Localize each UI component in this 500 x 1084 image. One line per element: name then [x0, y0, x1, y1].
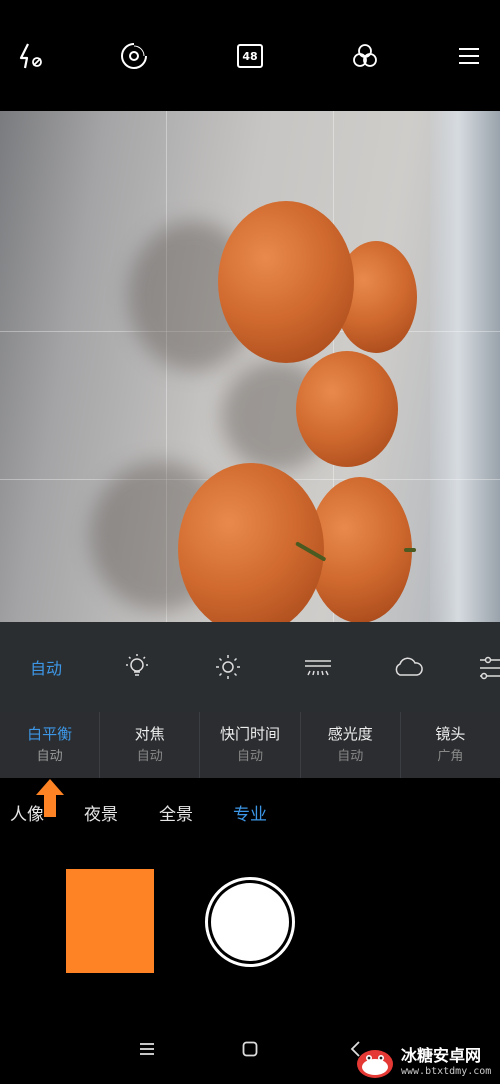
param-value: 自动 [36, 748, 63, 764]
mode-panorama[interactable]: 全景 [159, 800, 193, 825]
param-lens[interactable]: 镜头 广角 [401, 712, 500, 778]
pro-params-bar: 白平衡 自动 对焦 自动 快门时间 自动 感光度 自动 镜头 广角 [0, 712, 500, 778]
recent-apps-icon[interactable] [132, 1034, 162, 1064]
gallery-thumbnail[interactable] [66, 869, 154, 973]
param-focus[interactable]: 对焦 自动 [100, 712, 201, 778]
site-watermark: 冰糖安卓网 www.btxtdmy.com [355, 1040, 500, 1084]
home-icon[interactable] [235, 1034, 265, 1064]
white-balance-presets: 自动 [0, 622, 500, 712]
megapixel-48-button[interactable]: 48 [232, 38, 268, 74]
orange-stem [404, 548, 416, 552]
flash-off-icon[interactable] [13, 38, 49, 74]
param-label: 白平衡 [27, 724, 73, 743]
fluorescent-icon[interactable] [295, 644, 341, 690]
camera-viewfinder[interactable] [0, 111, 500, 622]
wb-auto-label: 自动 [29, 659, 62, 678]
mode-night[interactable]: 夜景 [84, 800, 118, 825]
param-value: 自动 [237, 748, 264, 764]
camera-top-bar: 48 [0, 0, 500, 111]
shutter-button[interactable] [205, 877, 295, 967]
orange-fruit [218, 201, 354, 363]
param-label: 快门时间 [220, 724, 281, 743]
orange-fruit [296, 351, 398, 467]
filters-icon[interactable] [347, 38, 383, 74]
mode-pro[interactable]: 专业 [233, 800, 267, 825]
param-label: 对焦 [134, 724, 165, 743]
param-white-balance[interactable]: 白平衡 自动 [0, 712, 101, 778]
shutter-inner [211, 883, 289, 961]
hdr-ring-icon[interactable] [116, 38, 152, 74]
wb-auto-option[interactable]: 自动 [22, 644, 70, 690]
incandescent-bulb-icon[interactable] [114, 644, 160, 690]
param-shutter-time[interactable]: 快门时间 自动 [200, 712, 301, 778]
param-label: 感光度 [327, 724, 373, 743]
sunny-icon[interactable] [205, 644, 251, 690]
annotation-arrow-icon [36, 779, 64, 817]
hamburger-menu-icon[interactable] [451, 38, 487, 74]
watermark-url: www.btxtdmy.com [401, 1066, 492, 1077]
window-background [430, 111, 500, 622]
watermark-logo-icon [357, 1050, 393, 1078]
param-value: 自动 [337, 748, 364, 764]
camera-mode-selector: 人像 夜景 全景 专业 [0, 790, 500, 832]
param-iso[interactable]: 感光度 自动 [301, 712, 401, 778]
cloudy-icon[interactable] [385, 644, 431, 690]
param-value: 广角 [437, 748, 464, 764]
param-label: 镜头 [435, 724, 466, 743]
param-value: 自动 [136, 748, 163, 764]
megapixel-label: 48 [242, 49, 258, 63]
custom-sliders-icon[interactable] [478, 644, 500, 690]
watermark-title: 冰糖安卓网 [401, 1046, 482, 1065]
orange-fruit [178, 463, 324, 622]
